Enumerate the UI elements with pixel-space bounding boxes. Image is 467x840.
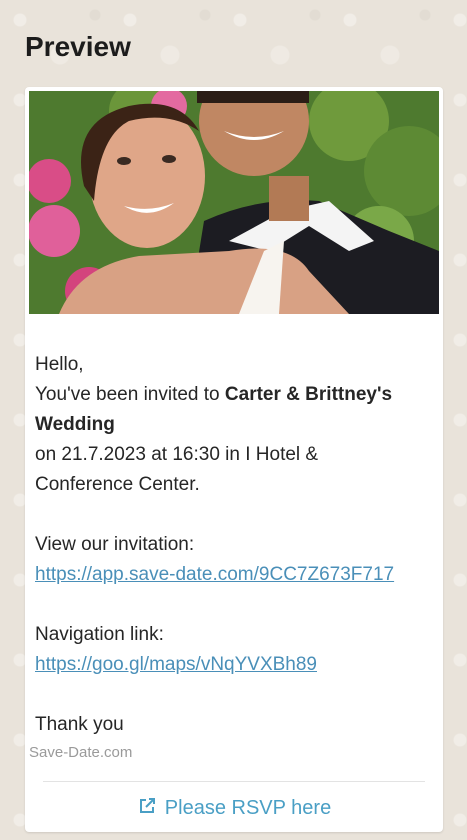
closing-text: Thank you xyxy=(35,714,124,735)
date-location-line: on 21.7.2023 at 16:30 in I Hotel & xyxy=(35,444,319,465)
wedding-couple-photo xyxy=(29,91,439,314)
message-card: Hello, You've been invited to Carter & B… xyxy=(25,87,443,832)
navigation-label: Navigation link: xyxy=(35,624,164,645)
venue-line: Conference Center. xyxy=(35,474,200,495)
external-link-icon xyxy=(137,796,157,822)
invite-line: You've been invited to Carter & Brittney… xyxy=(35,380,435,410)
invitation-link[interactable]: https://app.save-date.com/9CC7Z673F717 xyxy=(35,564,394,585)
event-name-line: Wedding xyxy=(35,410,435,440)
invitation-label: View our invitation: xyxy=(35,534,195,555)
event-name-suffix: Wedding xyxy=(35,414,115,435)
divider xyxy=(43,781,425,782)
invitation-message: Hello, You've been invited to Carter & B… xyxy=(35,350,435,740)
invite-prefix: You've been invited to xyxy=(35,384,225,405)
rsvp-label: Please RSVP here xyxy=(164,797,332,819)
rsvp-button[interactable]: Please RSVP here xyxy=(25,796,443,822)
navigation-link[interactable]: https://goo.gl/maps/vNqYVXBh89 xyxy=(35,654,317,675)
greeting-text: Hello, xyxy=(35,354,84,375)
event-name: Carter & Brittney's xyxy=(224,384,393,405)
page-title: Preview xyxy=(25,31,131,62)
brand-footer: Save-Date.com xyxy=(29,744,133,761)
